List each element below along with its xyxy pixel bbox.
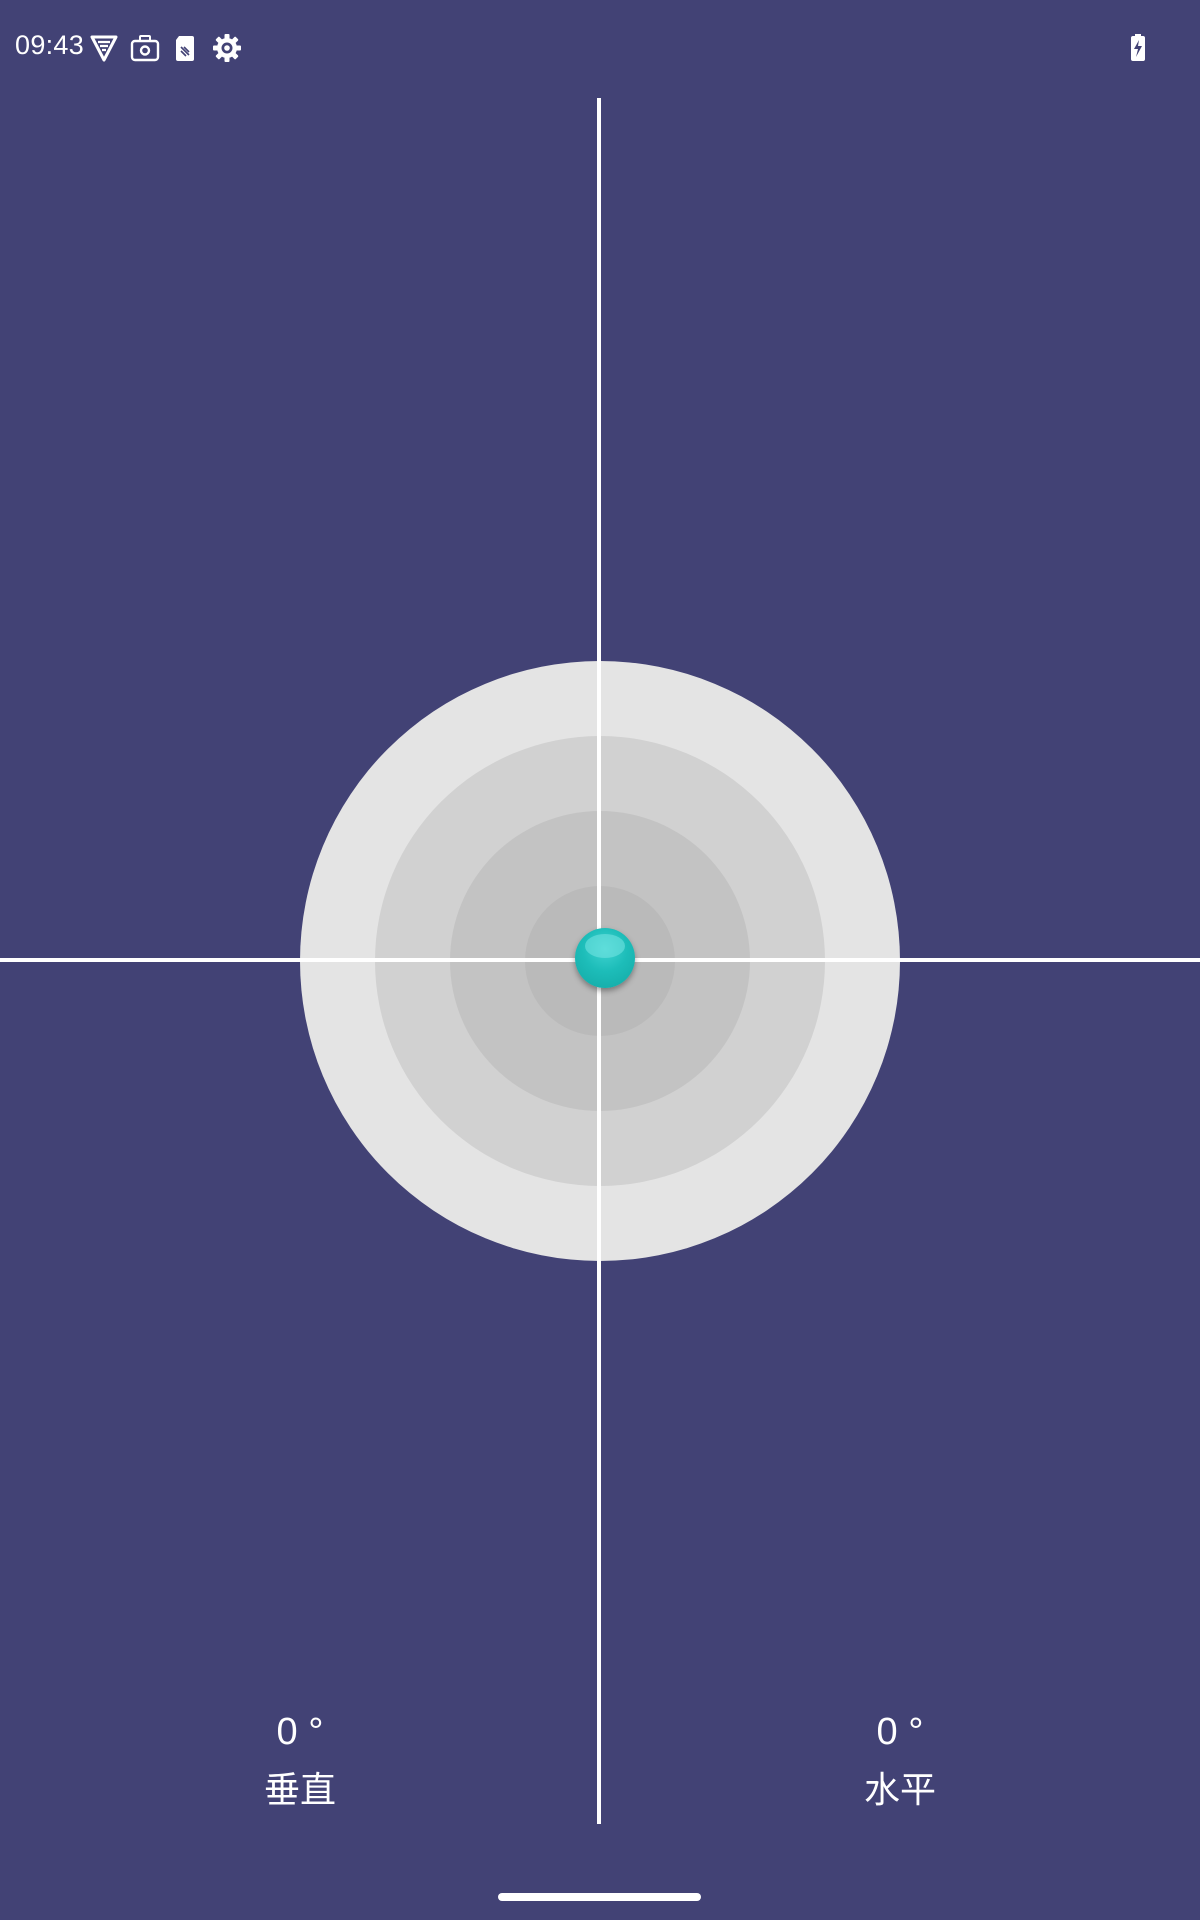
horizontal-angle-label: 水平 bbox=[863, 1770, 936, 1811]
bubble-level-screen: 09:43 0 ° 垂直 0 ° 水平 bbox=[0, 0, 1200, 1920]
vpn-shield-icon bbox=[89, 32, 119, 64]
vertical-readout: 0 ° 垂直 bbox=[180, 1706, 420, 1816]
camera-settings-icon bbox=[129, 32, 161, 64]
settings-gear-icon bbox=[211, 32, 243, 64]
vertical-angle-value: 0 ° bbox=[276, 1711, 324, 1753]
status-time: 09:43 bbox=[15, 30, 85, 60]
vertical-angle-label: 垂直 bbox=[263, 1770, 336, 1811]
horizontal-readout: 0 ° 水平 bbox=[780, 1706, 1020, 1816]
status-bar: 09:43 bbox=[0, 0, 1200, 98]
level-bubble bbox=[575, 928, 635, 988]
gesture-nav-handle[interactable] bbox=[498, 1893, 701, 1901]
battery-charging-icon bbox=[1128, 32, 1148, 64]
sim-card-icon bbox=[172, 32, 198, 64]
horizontal-angle-value: 0 ° bbox=[876, 1711, 924, 1753]
